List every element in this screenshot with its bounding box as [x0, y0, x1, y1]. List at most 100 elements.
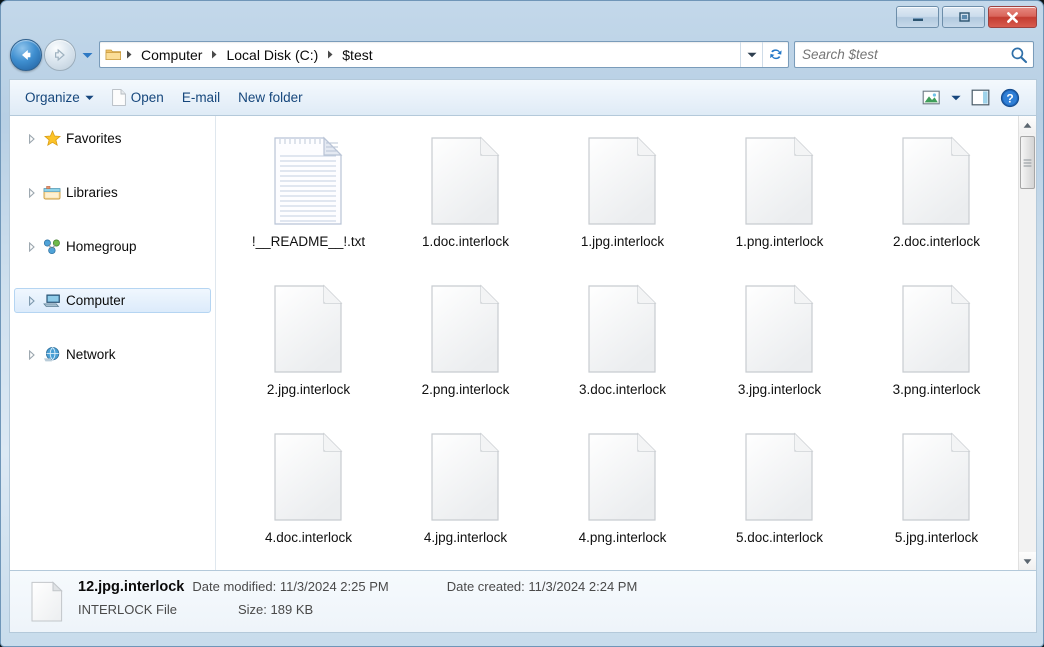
close-button[interactable] — [988, 6, 1037, 28]
breadcrumb-separator-1[interactable] — [207, 50, 221, 59]
generic-file-icon — [900, 130, 974, 234]
scrollbar-track[interactable] — [1019, 134, 1036, 552]
file-item[interactable]: 2.jpg.interlock — [230, 278, 387, 426]
expander-icon[interactable] — [26, 241, 38, 252]
search-input[interactable] — [802, 47, 1009, 62]
file-item[interactable]: 4.jpg.interlock — [387, 426, 544, 570]
generic-file-icon — [429, 426, 503, 530]
sidebar-item-favorites[interactable]: Favorites — [14, 126, 211, 151]
expander-icon[interactable] — [26, 295, 38, 306]
maximize-icon — [958, 12, 970, 22]
address-bar[interactable]: Computer Local Disk (C:) $test — [99, 41, 789, 68]
file-item[interactable]: 1.png.interlock — [701, 130, 858, 278]
open-button[interactable]: Open — [103, 85, 173, 111]
file-label: 1.png.interlock — [735, 234, 824, 249]
file-item[interactable]: 3.png.interlock — [858, 278, 1015, 426]
minimize-button[interactable] — [896, 6, 939, 28]
file-item[interactable]: !__README__!.txt — [230, 130, 387, 278]
homegroup-icon — [43, 238, 61, 256]
chevron-right-icon — [29, 133, 35, 144]
generic-file-icon — [743, 130, 817, 234]
generic-file-icon — [586, 426, 660, 530]
maximize-button[interactable] — [942, 6, 985, 28]
preview-pane-button[interactable] — [966, 85, 994, 111]
file-item[interactable]: 5.jpg.interlock — [858, 426, 1015, 570]
minimize-icon — [912, 18, 923, 21]
breadcrumb: Computer Local Disk (C:) $test — [122, 42, 740, 67]
file-item[interactable]: 2.png.interlock — [387, 278, 544, 426]
generic-file-icon — [273, 432, 342, 521]
close-icon — [1007, 11, 1018, 23]
network-icon — [43, 346, 61, 364]
file-item[interactable]: 2.doc.interlock — [858, 130, 1015, 278]
email-label: E-mail — [181, 90, 221, 105]
file-list-pane[interactable]: !__README__!.txt 1.doc.interlock 1.jpg.int… — [216, 116, 1036, 570]
history-dropdown-button[interactable] — [80, 41, 94, 69]
breadcrumb-separator-0 — [122, 50, 136, 59]
email-button[interactable]: E-mail — [173, 85, 229, 111]
command-bar: Organize Open E-mail New folder ? — [9, 79, 1037, 115]
vertical-scrollbar[interactable] — [1018, 116, 1036, 570]
generic-file-icon — [901, 136, 970, 225]
expander-icon[interactable] — [26, 133, 38, 144]
generic-file-icon — [429, 278, 503, 382]
sidebar-item-libraries[interactable]: Libraries — [14, 180, 211, 205]
expander-icon[interactable] — [26, 349, 38, 360]
generic-file-icon — [900, 278, 974, 382]
file-item[interactable]: 3.doc.interlock — [544, 278, 701, 426]
help-icon: ? — [1000, 88, 1020, 107]
new-folder-label: New folder — [238, 90, 303, 105]
generic-file-icon — [901, 432, 970, 521]
new-folder-button[interactable]: New folder — [229, 85, 312, 111]
file-label: 4.png.interlock — [578, 530, 667, 545]
address-dropdown-button[interactable] — [740, 42, 762, 67]
file-item[interactable]: 1.doc.interlock — [387, 130, 544, 278]
date-created-label: Date created: — [446, 578, 525, 594]
search-icon[interactable] — [1009, 46, 1029, 64]
sidebar-item-network[interactable]: Network — [14, 342, 211, 367]
file-item[interactable]: 5.doc.interlock — [701, 426, 858, 570]
details-filename: 12.jpg.interlock — [78, 578, 185, 595]
generic-file-icon — [587, 136, 656, 225]
file-item[interactable]: 4.png.interlock — [544, 426, 701, 570]
forward-button[interactable] — [44, 39, 76, 71]
file-icon — [111, 89, 126, 106]
breadcrumb-item-computer[interactable]: Computer — [136, 45, 207, 65]
file-item[interactable]: 4.doc.interlock — [230, 426, 387, 570]
view-dropdown-button[interactable] — [947, 85, 964, 111]
breadcrumb-item-local-disk[interactable]: Local Disk (C:) — [221, 45, 323, 65]
file-label: 3.jpg.interlock — [737, 382, 822, 397]
file-label: 2.png.interlock — [421, 382, 510, 397]
scroll-up-button[interactable] — [1019, 116, 1036, 134]
navigation-buttons — [10, 39, 94, 71]
date-modified-value: 11/3/2024 2:25 PM — [279, 578, 389, 594]
details-size: Size: 189 KB — [238, 602, 313, 617]
details-date-created: Date created: 11/3/2024 2:24 PM — [447, 579, 638, 594]
refresh-button[interactable] — [762, 42, 788, 67]
generic-file-icon — [586, 278, 660, 382]
generic-file-icon — [430, 284, 499, 373]
generic-file-icon — [744, 432, 813, 521]
file-item[interactable]: 3.jpg.interlock — [701, 278, 858, 426]
date-created-value: 11/3/2024 2:24 PM — [528, 578, 638, 594]
file-label: 5.doc.interlock — [735, 530, 824, 545]
scroll-down-button[interactable] — [1019, 552, 1036, 570]
change-view-button[interactable] — [917, 85, 945, 111]
window-controls — [896, 6, 1037, 28]
scrollbar-thumb[interactable] — [1020, 136, 1035, 189]
search-box[interactable] — [794, 41, 1034, 68]
back-button[interactable] — [10, 39, 42, 71]
organize-button[interactable]: Organize — [16, 85, 103, 111]
breadcrumb-item-test[interactable]: $test — [337, 45, 377, 65]
command-bar-right: ? — [917, 85, 1030, 111]
file-item[interactable]: 1.jpg.interlock — [544, 130, 701, 278]
expander-icon[interactable] — [26, 187, 38, 198]
sidebar-item-homegroup[interactable]: Homegroup — [14, 234, 211, 259]
sidebar-item-computer[interactable]: Computer — [14, 288, 211, 313]
size-label: Size: — [238, 601, 267, 617]
breadcrumb-separator-2[interactable] — [323, 50, 337, 59]
help-button[interactable]: ? — [996, 85, 1024, 111]
title-bar — [1, 1, 1043, 34]
